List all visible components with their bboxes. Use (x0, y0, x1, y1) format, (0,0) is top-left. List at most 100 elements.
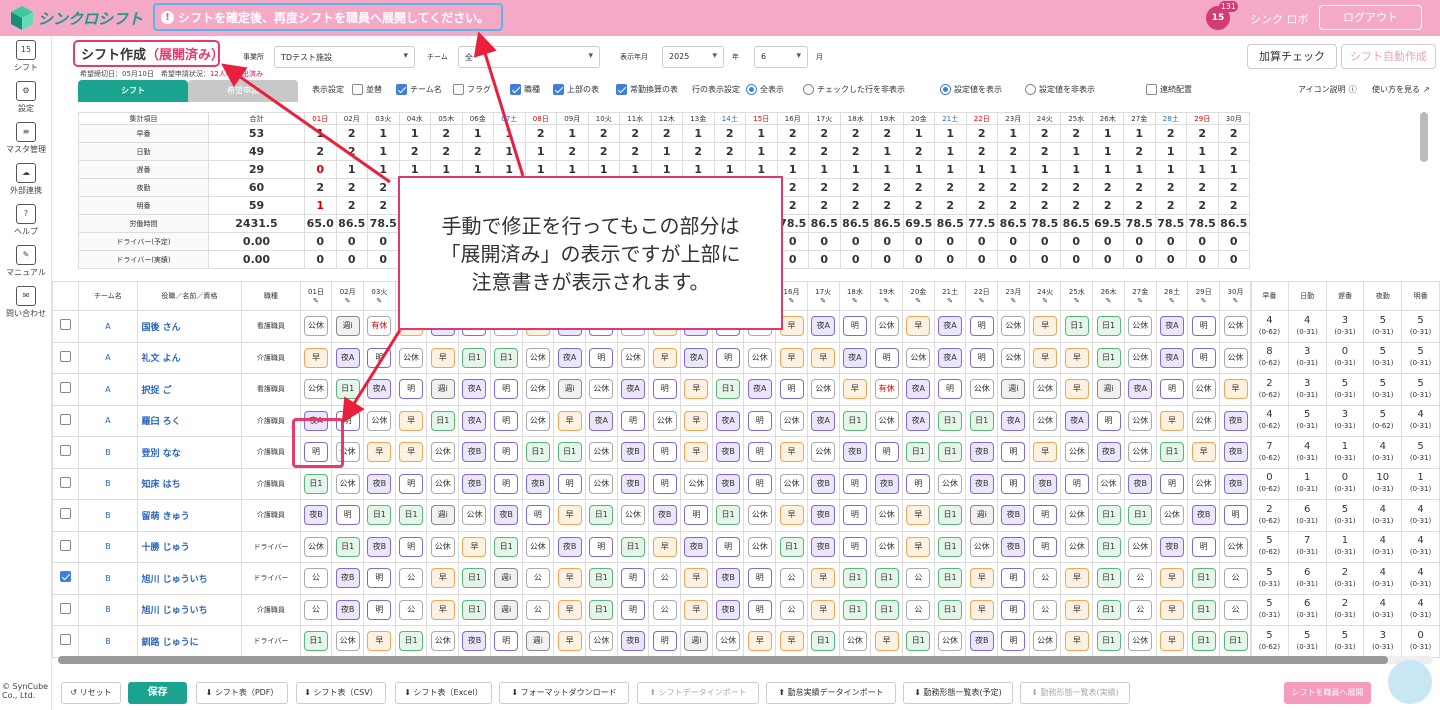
shift-cell[interactable]: 早 (870, 625, 903, 658)
shift-cell[interactable]: 公休 (331, 625, 365, 658)
day-header-cell[interactable]: 19木 ✎ (870, 281, 903, 311)
row-checkbox[interactable] (60, 413, 72, 425)
shift-cell[interactable]: 夜A (806, 310, 840, 343)
shift-cell[interactable]: 公休 (680, 467, 713, 500)
shift-cell[interactable]: 夜B (1123, 467, 1157, 500)
shift-cell[interactable]: 日1 (1092, 593, 1125, 626)
shift-cell[interactable]: 明 (838, 499, 872, 532)
day-header-cell[interactable]: 27金 ✎ (1123, 281, 1157, 311)
shift-cell[interactable]: 公休 (426, 625, 460, 658)
shift-cell[interactable]: 公休 (870, 404, 903, 437)
shift-cell[interactable]: 夜A (331, 341, 365, 374)
shift-cell[interactable]: 公休 (521, 404, 555, 437)
shift-cell[interactable]: 日1 (901, 625, 935, 658)
shift-cell[interactable]: 早 (901, 499, 935, 532)
shift-cell[interactable]: 早 (1028, 436, 1062, 469)
staff-name[interactable]: 国後 さん (136, 310, 243, 343)
shift-cell[interactable]: 公休 (933, 625, 967, 658)
shift-cell[interactable]: 公休 (997, 341, 1030, 374)
shift-cell[interactable]: 明 (616, 593, 650, 626)
shift-cell[interactable]: 明 (648, 625, 682, 658)
attendance-import-button[interactable]: ⬆ 勤怠実績データインポート (766, 682, 896, 704)
shift-cell[interactable]: 明 (775, 373, 808, 406)
shift-cell[interactable]: 夜B (616, 625, 650, 658)
shift-cell[interactable]: 日1 (711, 499, 745, 532)
shift-cell[interactable]: 早 (775, 625, 808, 658)
shift-cell[interactable]: 明 (1187, 341, 1220, 374)
actual-list-button[interactable]: ⬇ 勤務形態一覧表(実績) (1020, 682, 1130, 704)
shift-cell[interactable]: 公休 (775, 404, 808, 437)
shift-cell[interactable]: 早 (965, 562, 999, 595)
shift-cell[interactable]: 公休 (1123, 310, 1157, 343)
day-header-cell[interactable]: 24火 ✎ (1028, 281, 1062, 311)
checkbox-icon[interactable] (1146, 84, 1157, 95)
tab-request[interactable]: 希望申請 (188, 80, 298, 102)
staff-name[interactable]: 羅臼 ろく (136, 404, 243, 437)
shift-cell[interactable]: 公休 (1123, 404, 1157, 437)
row-checkbox[interactable] (60, 602, 72, 614)
shift-cell[interactable]: 公休 (1187, 404, 1220, 437)
shift-cell[interactable]: 日1 (394, 625, 428, 658)
shift-cell[interactable]: 夜B (1092, 436, 1125, 469)
shift-cell[interactable]: 明 (584, 530, 618, 563)
pencil-icon[interactable]: ✎ (967, 297, 997, 305)
pencil-icon[interactable]: ✎ (935, 297, 965, 305)
shift-cell[interactable]: 公 (1219, 593, 1252, 626)
shift-cell[interactable]: 日1 (1092, 499, 1125, 532)
shift-cell[interactable]: 公休 (806, 436, 840, 469)
shift-cell[interactable]: 公 (648, 593, 682, 626)
shift-cell[interactable]: 早 (363, 436, 396, 469)
shift-cell[interactable]: 夜A (363, 373, 396, 406)
shift-cell[interactable]: 早 (1028, 310, 1062, 343)
radio-r4[interactable]: 設定値を非表示 (1025, 84, 1095, 95)
shift-cell[interactable]: 夜A (616, 373, 650, 406)
checkbox-icon[interactable] (510, 84, 521, 95)
office-select[interactable]: TDテスト施設 (274, 46, 415, 68)
tab-shift[interactable]: シフト (78, 80, 188, 102)
row-checkbox[interactable] (60, 350, 72, 362)
shift-cell[interactable]: 早 (1155, 593, 1189, 626)
horizontal-scroll-thumb[interactable] (58, 656, 1388, 664)
sidebar-item-1[interactable]: ⚙ 設定 (0, 81, 52, 114)
shift-cell[interactable]: 公休 (933, 467, 967, 500)
shift-cell[interactable]: 明 (584, 341, 618, 374)
shift-cell[interactable]: 夜B (711, 593, 745, 626)
shift-cell[interactable]: 公休 (838, 625, 872, 658)
pencil-icon[interactable]: ✎ (840, 297, 870, 305)
shift-cell[interactable]: 夜B (965, 467, 999, 500)
shift-cell[interactable]: 公休 (521, 341, 555, 374)
shift-cell[interactable]: 公休 (394, 341, 428, 374)
shift-cell[interactable]: 公休 (426, 436, 460, 469)
shift-cell[interactable]: 夜B (458, 436, 491, 469)
day-header-cell[interactable]: 26木 ✎ (1092, 281, 1125, 311)
shift-cell[interactable]: 夜A (838, 341, 872, 374)
option-0[interactable]: 並替 (352, 84, 382, 95)
shift-cell[interactable]: 明 (870, 341, 903, 374)
auto-create-button[interactable]: シフト自動作成 (1341, 44, 1436, 69)
shift-cell[interactable]: 公休 (1028, 373, 1062, 406)
pdf-button[interactable]: ⬇ シフト表（PDF） (196, 682, 288, 704)
shift-cell[interactable]: 日1 (458, 562, 491, 595)
shift-cell[interactable]: 夜A (743, 373, 777, 406)
staff-name[interactable]: 登別 なな (136, 436, 243, 469)
shift-cell[interactable]: 公 (1123, 593, 1157, 626)
shift-cell[interactable]: 早 (1219, 373, 1252, 406)
shift-cell[interactable]: 公休 (584, 373, 618, 406)
howto-link[interactable]: 使い方を見る (1372, 84, 1420, 95)
shift-cell[interactable]: 早 (1060, 562, 1094, 595)
shift-cell[interactable]: 公休 (743, 530, 777, 563)
day-header-cell[interactable]: 21土 ✎ (933, 281, 967, 311)
sidebar-item-2[interactable]: ≡ マスタ管理 (0, 122, 52, 155)
shift-cell[interactable]: 公休 (1060, 436, 1094, 469)
shift-cell[interactable]: 早 (901, 530, 935, 563)
save-button[interactable]: 保存 (128, 682, 187, 704)
shift-cell[interactable]: 明 (1155, 467, 1189, 500)
deploy-button[interactable]: シフトを職員へ展開 (1284, 682, 1371, 704)
shift-cell[interactable]: 公休 (584, 436, 618, 469)
shift-cell[interactable]: 公休 (299, 373, 333, 406)
staff-name[interactable]: 十勝 じゅう (136, 530, 243, 563)
shift-cell[interactable]: 明 (743, 436, 777, 469)
shift-cell[interactable]: 明 (616, 562, 650, 595)
shift-cell[interactable]: 公休 (1187, 373, 1220, 406)
shift-cell[interactable]: 公休 (743, 499, 777, 532)
